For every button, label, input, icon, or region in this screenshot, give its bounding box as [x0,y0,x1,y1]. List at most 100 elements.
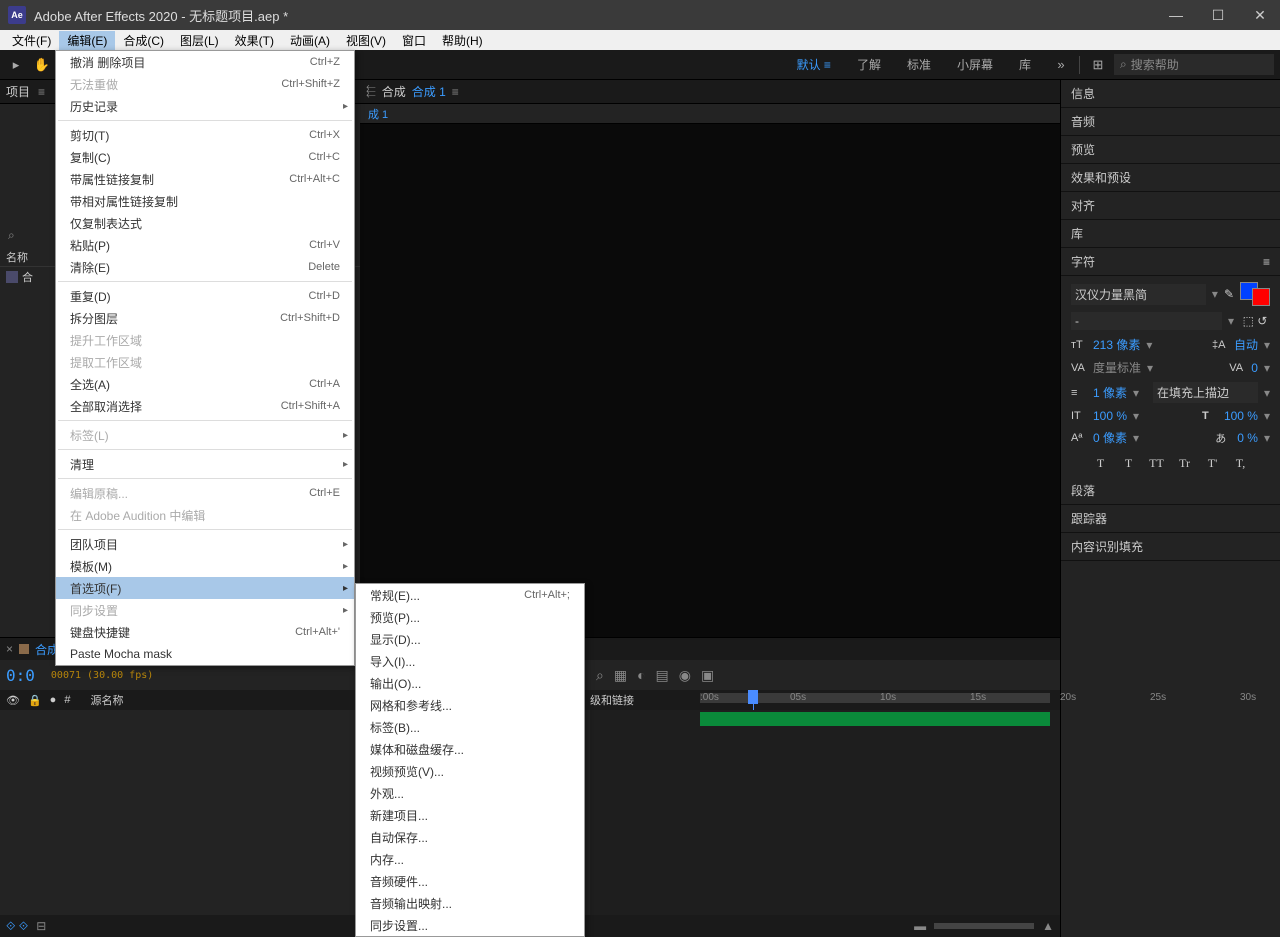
text-style-button[interactable]: T [1092,456,1110,471]
text-style-button[interactable]: TT [1148,456,1166,471]
motion-blur-icon[interactable]: ◉ [679,667,691,684]
submenu-item[interactable]: 常规(E)...Ctrl+Alt+; [356,584,584,606]
menu-帮助(H)[interactable]: 帮助(H) [434,31,491,50]
menu-item[interactable]: 全部取消选择Ctrl+Shift+A [56,395,354,417]
menu-文件(F)[interactable]: 文件(F) [4,31,59,50]
playhead[interactable] [748,690,758,704]
search-icon[interactable]: ⌕ [596,667,604,684]
frame-blend-icon[interactable]: ▤ [656,667,669,684]
submenu-item[interactable]: 新建项目... [356,804,584,826]
submenu-item[interactable]: 外观... [356,782,584,804]
panel-header[interactable]: 音频 [1061,108,1280,136]
project-tab[interactable]: 项目 [6,83,30,100]
flowchart-icon[interactable]: ⬱ [366,84,376,99]
menu-item[interactable]: 重复(D)Ctrl+D [56,285,354,307]
submenu-item[interactable]: 音频输出映射... [356,892,584,914]
baseline-value[interactable]: 0 像素 [1093,429,1127,446]
workspace-tab[interactable]: 了解 [851,54,887,75]
submenu-item[interactable]: 预览(P)... [356,606,584,628]
panel-header[interactable]: 内容识别填充 [1061,533,1280,561]
zoom-in-icon[interactable]: ▲ [1042,919,1054,933]
menu-窗口[interactable]: 窗口 [394,31,434,50]
stroke-mode-selector[interactable]: 在填充上描边 [1153,382,1258,403]
toggle-modes-icon[interactable]: ⊟ [36,919,46,933]
text-style-button[interactable]: T, [1232,456,1250,471]
submenu-item[interactable]: 网格和参考线... [356,694,584,716]
shy-icon[interactable]: ◐ [637,667,645,684]
menu-合成(C)[interactable]: 合成(C) [115,31,172,50]
menu-item[interactable]: 团队项目 [56,533,354,555]
submenu-item[interactable]: 标签(B)... [356,716,584,738]
workspace-more-icon[interactable]: » [1051,55,1071,75]
character-panel-header[interactable]: 字符≡ [1061,248,1280,276]
zoom-out-icon[interactable]: ▬ [914,919,926,933]
comp-color-label[interactable] [19,644,29,654]
panel-header[interactable]: 段落 [1061,477,1280,505]
tracking-value[interactable]: 0 [1251,361,1258,375]
menu-item[interactable]: 模板(M) [56,555,354,577]
font-family-selector[interactable]: 汉仪力量黑简 [1071,284,1206,305]
minimize-button[interactable]: — [1164,7,1188,24]
stroke-width-value[interactable]: 1 像素 [1093,384,1127,401]
menu-item[interactable]: Paste Mocha mask [56,643,354,665]
panel-header[interactable]: 跟踪器 [1061,505,1280,533]
comp-tab-name[interactable]: 合成 1 [412,83,446,100]
menu-item[interactable]: 带属性链接复制Ctrl+Alt+C [56,168,354,190]
menu-item[interactable]: 撤消 删除项目Ctrl+Z [56,51,354,73]
menu-item[interactable]: 复制(C)Ctrl+C [56,146,354,168]
menu-item[interactable]: 历史记录 [56,95,354,117]
fill-stroke-swatch[interactable] [1240,282,1270,306]
panel-menu-icon[interactable]: ≡ [452,85,459,99]
text-style-button[interactable]: T' [1204,456,1222,471]
menu-item[interactable]: 仅复制表达式 [56,212,354,234]
menu-item[interactable]: 拆分图层Ctrl+Shift+D [56,307,354,329]
submenu-item[interactable]: 显示(D)... [356,628,584,650]
search-icon[interactable]: ⌕ [8,228,15,242]
vscale-value[interactable]: 100 % [1224,409,1258,423]
panel-header[interactable]: 信息 [1061,80,1280,108]
menu-item[interactable]: 清除(E)Delete [56,256,354,278]
workspace-tab[interactable]: 库 [1013,54,1037,75]
menu-item[interactable]: 剪切(T)Ctrl+X [56,124,354,146]
search-help[interactable]: ⌕ 搜索帮助 [1114,54,1274,75]
layer-duration-bar[interactable] [700,712,1050,726]
leading-value[interactable]: 自动 [1234,336,1258,353]
panel-header[interactable]: 效果和预设 [1061,164,1280,192]
panel-header[interactable]: 库 [1061,220,1280,248]
submenu-item[interactable]: 音频硬件... [356,870,584,892]
menu-item[interactable]: 清理 [56,453,354,475]
swap-colors-icon[interactable]: ⬚ ↺ [1240,314,1270,328]
breadcrumb-item[interactable]: 成 1 [368,106,388,122]
menu-item[interactable]: 键盘快捷键Ctrl+Alt+' [56,621,354,643]
submenu-item[interactable]: 自动保存... [356,826,584,848]
text-style-button[interactable]: Tr [1176,456,1194,471]
workspace-tab[interactable]: 小屏幕 [951,54,999,75]
menu-item[interactable]: 粘贴(P)Ctrl+V [56,234,354,256]
graph-editor-icon[interactable]: ▣ [701,667,714,684]
submenu-item[interactable]: 同步设置... [356,914,584,936]
menu-效果(T)[interactable]: 效果(T) [227,31,282,50]
maximize-button[interactable]: ☐ [1206,7,1230,24]
timeline-zoom-slider[interactable] [934,923,1034,929]
comp-mini-icon[interactable]: ▦ [614,667,627,684]
workspace-tab[interactable]: 默认 ≡ [791,54,837,75]
workspace-tab[interactable]: 标准 [901,54,937,75]
text-style-button[interactable]: T [1120,456,1138,471]
workspace-panel-icon[interactable]: ⊞ [1088,55,1108,75]
font-weight-selector[interactable]: - [1071,312,1222,330]
panel-header[interactable]: 对齐 [1061,192,1280,220]
submenu-item[interactable]: 内存... [356,848,584,870]
menu-item[interactable]: 全选(A)Ctrl+A [56,373,354,395]
selection-tool-icon[interactable]: ▸ [6,55,26,75]
lock-column-icon[interactable]: 🔒 [28,694,42,707]
submenu-item[interactable]: 视频预览(V)... [356,760,584,782]
panel-header[interactable]: 预览 [1061,136,1280,164]
eyedropper-icon[interactable]: ✎ [1224,287,1234,301]
hscale-value[interactable]: 100 % [1093,409,1127,423]
current-timecode[interactable]: 0:0 [6,666,35,685]
submenu-item[interactable]: 导入(I)... [356,650,584,672]
hand-tool-icon[interactable]: ✋ [32,55,52,75]
menu-动画(A)[interactable]: 动画(A) [282,31,338,50]
source-name-column[interactable]: 源名称 [90,692,123,708]
menu-编辑(E)[interactable]: 编辑(E) [59,31,115,50]
